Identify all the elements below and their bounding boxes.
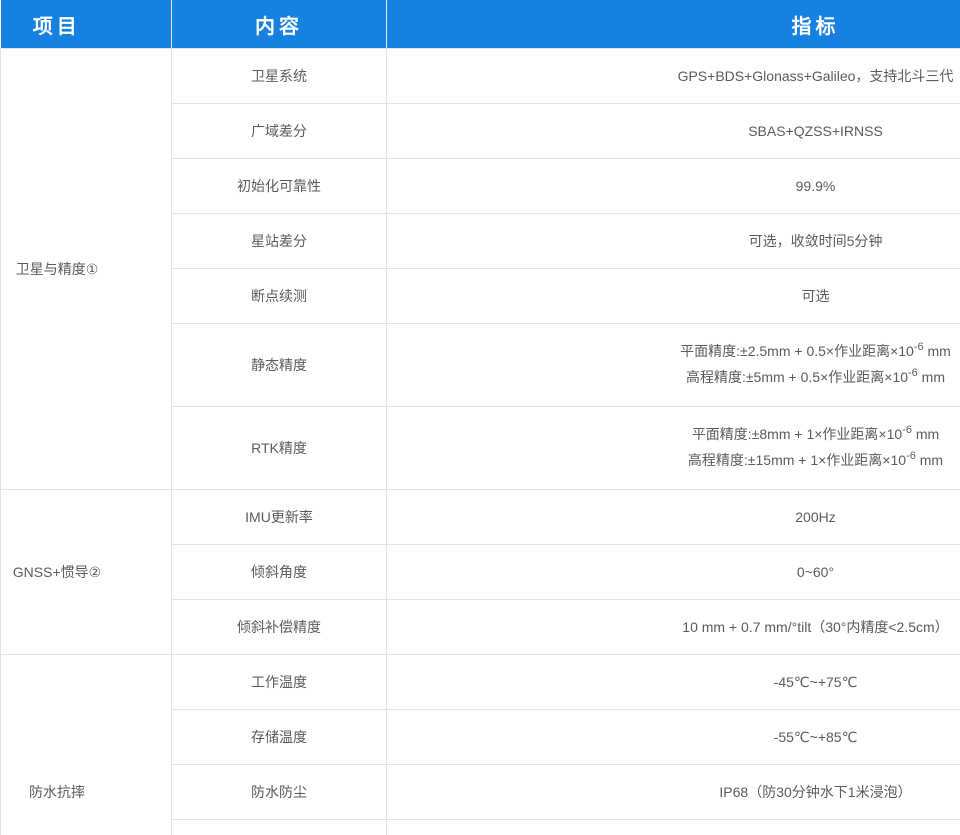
value-line: 平面精度:±2.5mm + 0.5×作业距离×10-6 mm [387,339,960,365]
value-cell: 平面精度:±8mm + 1×作业距离×10-6 mm 高程精度:±15mm + … [387,407,960,490]
value-cell: IP68（防30分钟水下1米浸泡） [387,765,960,820]
value-cell: 0~60° [387,545,960,600]
superscript: -6 [902,424,912,436]
value-line: 高程精度:±15mm + 1×作业距离×10-6 mm [387,448,960,474]
content-cell: 静态精度 [172,324,387,407]
content-cell: 倾斜角度 [172,545,387,600]
table-row: 防水抗摔 工作温度 -45℃~+75℃ [1,655,960,710]
value-segment: mm [924,343,951,359]
group-label-waterproof: 防水抗摔 [1,655,172,835]
value-segment: 平面精度:±8mm + 1×作业距离×10 [692,426,902,442]
group-label-satellite: 卫星与精度① [1,49,172,490]
group-label-gnss-imu: GNSS+惯导② [1,490,172,655]
content-cell: 防水防尘 [172,765,387,820]
value-cell: -55℃~+85℃ [387,710,960,765]
header-spec: 指标 [387,0,960,49]
superscript: -6 [906,450,916,462]
content-cell: IMU更新率 [172,490,387,545]
header-row: 项目 内容 指标 [1,0,960,49]
value-cell: 可选，收敛时间5分钟 [387,214,960,269]
table-header: 项目 内容 指标 [1,0,960,49]
content-cell: 倾斜补偿精度 [172,600,387,655]
value-cell: 99.9% [387,159,960,214]
table-row: 卫星与精度① 卫星系统 GPS+BDS+Glonass+Galileo，支持北斗… [1,49,960,104]
content-cell: 卫星系统 [172,49,387,104]
value-cell: 可选 [387,269,960,324]
value-cell [387,820,960,835]
value-segment: mm [916,452,943,468]
value-segment: mm [912,426,939,442]
value-cell: SBAS+QZSS+IRNSS [387,104,960,159]
content-cell [172,820,387,835]
content-cell: 初始化可靠性 [172,159,387,214]
spec-table-viewport: 项目 内容 指标 卫星与精度① 卫星系统 GPS+BDS+Glonass+Gal… [0,0,960,835]
superscript: -6 [914,341,924,353]
value-segment: 平面精度:±2.5mm + 0.5×作业距离×10 [680,343,914,359]
table-row: GNSS+惯导② IMU更新率 200Hz [1,490,960,545]
value-cell: -45℃~+75℃ [387,655,960,710]
header-item: 项目 [1,0,172,49]
value-segment: 高程精度:±15mm + 1×作业距离×10 [688,452,906,468]
content-cell: RTK精度 [172,407,387,490]
value-cell: 10 mm + 0.7 mm/°tilt（30°内精度<2.5cm） [387,600,960,655]
superscript: -6 [908,367,918,379]
value-segment: 高程精度:±5mm + 0.5×作业距离×10 [686,369,908,385]
value-cell: 200Hz [387,490,960,545]
value-segment: mm [918,369,945,385]
spec-table: 项目 内容 指标 卫星与精度① 卫星系统 GPS+BDS+Glonass+Gal… [0,0,960,835]
content-cell: 星站差分 [172,214,387,269]
value-cell: GPS+BDS+Glonass+Galileo，支持北斗三代 [387,49,960,104]
content-cell: 广域差分 [172,104,387,159]
header-content: 内容 [172,0,387,49]
content-cell: 工作温度 [172,655,387,710]
value-line: 平面精度:±8mm + 1×作业距离×10-6 mm [387,422,960,448]
content-cell: 存储温度 [172,710,387,765]
content-cell: 断点续测 [172,269,387,324]
value-cell: 平面精度:±2.5mm + 0.5×作业距离×10-6 mm 高程精度:±5mm… [387,324,960,407]
value-line: 高程精度:±5mm + 0.5×作业距离×10-6 mm [387,365,960,391]
